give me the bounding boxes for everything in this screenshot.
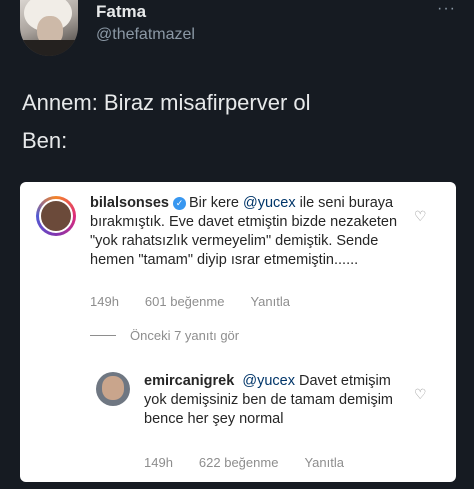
view-replies-label: Önceki 7 yanıtı gör: [130, 328, 240, 343]
tweet-line: Ben:: [22, 128, 68, 153]
comment-time: 149h: [144, 455, 173, 470]
tweet-line: Annem: Biraz misafirperver ol: [22, 90, 311, 115]
reply-button[interactable]: Yanıtla: [304, 455, 344, 470]
author-avatar[interactable]: [20, 0, 78, 56]
like-heart-icon[interactable]: ♡: [414, 386, 427, 403]
comment-mention[interactable]: @yucex: [242, 373, 295, 389]
comment-body: emircanigrek @yucex Davet etmişim yok de…: [144, 372, 404, 429]
more-options-icon[interactable]: ···: [437, 0, 456, 18]
view-previous-replies[interactable]: Önceki 7 yanıtı gör: [90, 328, 239, 343]
comment-likes[interactable]: 601 beğenme: [145, 294, 225, 309]
comment-meta: 149h 601 beğenme Yanıtla: [90, 294, 316, 309]
comment-meta: 149h 622 beğenme Yanıtla: [144, 455, 370, 470]
comment-mention[interactable]: @yucex: [243, 195, 296, 211]
tweet-text: Annem: Biraz misafirperver ol Ben:: [22, 84, 311, 160]
verified-badge-icon: ✓: [172, 197, 186, 210]
reply-button[interactable]: Yanıtla: [250, 294, 290, 309]
author-handle[interactable]: @thefatmazel: [96, 26, 195, 44]
avatar-photo: [39, 199, 73, 233]
avatar-photo: [102, 376, 124, 400]
comment-time: 149h: [90, 294, 119, 309]
like-heart-icon[interactable]: ♡: [414, 208, 427, 225]
comment-body: bilalsonses ✓ Bir kere @yucex ile seni bur…: [90, 194, 410, 270]
commenter-avatar[interactable]: [96, 372, 130, 406]
tweet-header: Fatma @thefatmazel ···: [0, 0, 474, 64]
comment-username[interactable]: emircanigrek: [144, 373, 234, 389]
author-name[interactable]: Fatma: [96, 2, 146, 22]
commenter-avatar[interactable]: [36, 196, 76, 236]
replies-divider: [90, 335, 116, 336]
comment-text: Bir kere: [188, 195, 243, 211]
comment-likes[interactable]: 622 beğenme: [199, 455, 279, 470]
avatar-body: [20, 40, 78, 56]
instagram-comments-screenshot: bilalsonses ✓ Bir kere @yucex ile seni bur…: [20, 182, 456, 482]
comment-username[interactable]: bilalsonses: [90, 195, 169, 211]
